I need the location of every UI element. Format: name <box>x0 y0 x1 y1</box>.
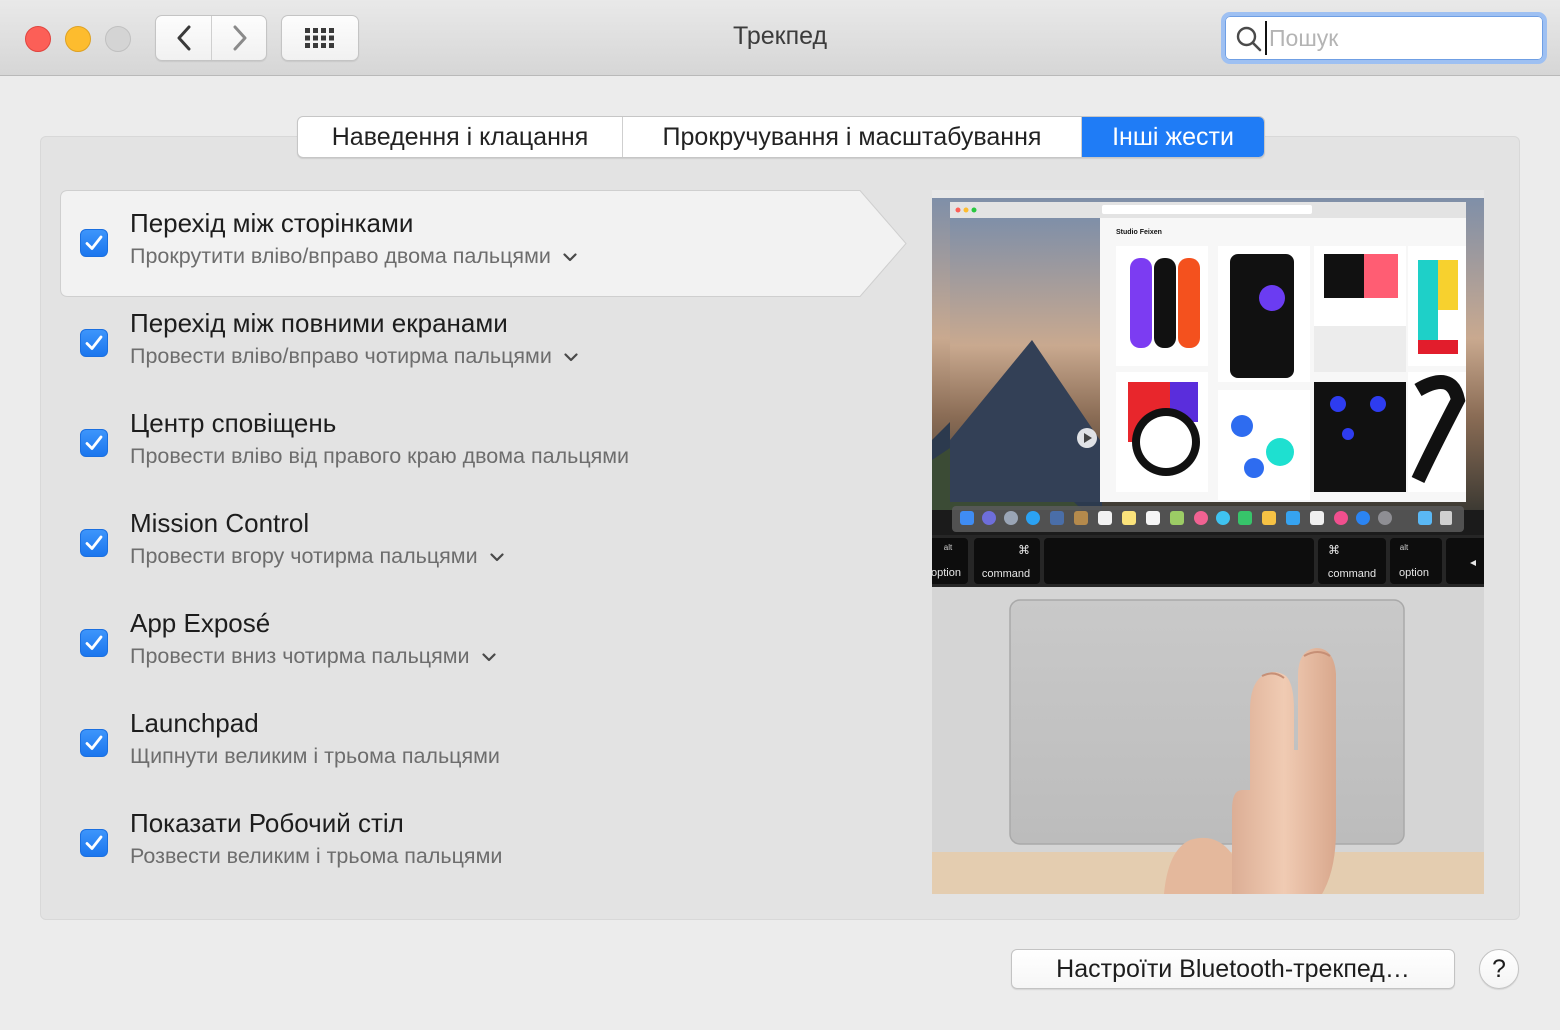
gesture-subtitle: Щипнути великим і трьома пальцями <box>130 744 500 768</box>
key-label: option <box>1399 567 1429 579</box>
gesture-title: Центр сповіщень <box>130 408 337 438</box>
preview-site-title: Studio Feixen <box>1116 229 1162 236</box>
search-icon <box>1236 26 1262 52</box>
search-input[interactable] <box>1265 21 1535 55</box>
gesture-row-notification-center[interactable]: Центр сповіщень Провести вліво від право… <box>80 390 860 480</box>
gesture-title: Показати Робочий стіл <box>130 808 404 838</box>
gesture-title: Перехід між сторінками <box>130 208 414 238</box>
app-expose-checkbox[interactable] <box>80 629 108 657</box>
key-label: command <box>1328 568 1376 580</box>
checkmark-icon <box>85 735 103 750</box>
tab-point-and-click[interactable]: Наведення і клацання <box>298 117 623 157</box>
tab-more-gestures[interactable]: Інші жести <box>1082 117 1264 157</box>
gesture-subtitle: Прокрутити вліво/вправо двома пальцями <box>130 244 551 268</box>
key-label: ⌘ <box>1328 543 1340 557</box>
gesture-row-swipe-pages[interactable]: Перехід між сторінками Прокрутити вліво/… <box>80 190 860 280</box>
gesture-row-show-desktop[interactable]: Показати Робочий стіл Розвести великим і… <box>80 790 860 880</box>
gesture-subtitle: Провести вниз чотирма пальцями <box>130 644 470 668</box>
notification-center-checkbox[interactable] <box>80 429 108 457</box>
gesture-title: Перехід між повними екранами <box>130 308 508 338</box>
gesture-description: Розвести великим і трьома пальцями <box>130 844 502 869</box>
checkmark-icon <box>85 435 103 450</box>
help-button[interactable]: ? <box>1479 949 1519 989</box>
gesture-preview-video: Studio Feixen alt option ⌘ command ⌘ com… <box>932 190 1484 894</box>
key-label: alt <box>944 543 953 552</box>
gesture-subtitle: Провести вліво від правого краю двома па… <box>130 444 630 468</box>
preview-illustration: Studio Feixen alt option ⌘ command ⌘ com… <box>932 190 1484 894</box>
gesture-subtitle: Провести вліво/вправо чотирма пальцями <box>130 344 552 368</box>
gesture-option-popup[interactable]: Провести вгору чотирма пальцями <box>130 544 504 569</box>
gesture-row-swipe-full-screen[interactable]: Перехід між повними екранами Провести вл… <box>80 290 860 380</box>
swipe-full-screen-checkbox[interactable] <box>80 329 108 357</box>
gesture-title: App Exposé <box>130 608 271 638</box>
setup-bluetooth-trackpad-button[interactable]: Настроїти Bluetooth-трекпед… <box>1011 949 1455 989</box>
chevron-down-icon <box>564 353 578 362</box>
gesture-title: Launchpad <box>130 708 259 738</box>
gesture-row-mission-control[interactable]: Mission Control Провести вгору чотирма п… <box>80 490 860 580</box>
gesture-option-popup[interactable]: Провести вниз чотирма пальцями <box>130 644 496 669</box>
gesture-subtitle: Розвести великим і трьома пальцями <box>130 844 503 868</box>
gesture-title: Mission Control <box>130 508 310 538</box>
swipe-pages-checkbox[interactable] <box>80 229 108 257</box>
mission-control-checkbox[interactable] <box>80 529 108 557</box>
chevron-down-icon <box>563 253 577 262</box>
chevron-down-icon <box>481 653 496 662</box>
launchpad-checkbox[interactable] <box>80 729 108 757</box>
gesture-row-launchpad[interactable]: Launchpad Щипнути великим і трьома пальц… <box>80 690 860 780</box>
gesture-description: Щипнути великим і трьома пальцями <box>130 744 500 769</box>
key-label: ⌘ <box>1018 543 1030 557</box>
checkmark-icon <box>85 835 103 850</box>
search-field[interactable] <box>1221 12 1547 64</box>
key-label: command <box>982 568 1030 580</box>
gesture-row-app-expose[interactable]: App Exposé Провести вниз чотирма пальцям… <box>80 590 860 680</box>
gesture-description: Провести вліво від правого краю двома па… <box>130 444 629 469</box>
gesture-option-popup[interactable]: Прокрутити вліво/вправо двома пальцями <box>130 244 577 269</box>
title-bar: Трекпед <box>0 0 1560 76</box>
tab-scroll-and-zoom[interactable]: Прокручування і масштабування <box>623 117 1082 157</box>
gesture-option-popup[interactable]: Провести вліво/вправо чотирма пальцями <box>130 344 578 369</box>
tab-bar: Наведення і клацання Прокручування і мас… <box>297 116 1265 158</box>
checkmark-icon <box>85 335 103 350</box>
gesture-subtitle: Провести вгору чотирма пальцями <box>130 544 478 568</box>
checkmark-icon <box>85 535 103 550</box>
key-label: option <box>932 567 961 579</box>
checkmark-icon <box>85 235 103 250</box>
show-desktop-checkbox[interactable] <box>80 829 108 857</box>
chevron-down-icon <box>489 553 504 562</box>
key-label: alt <box>1400 543 1409 552</box>
checkmark-icon <box>85 635 103 650</box>
